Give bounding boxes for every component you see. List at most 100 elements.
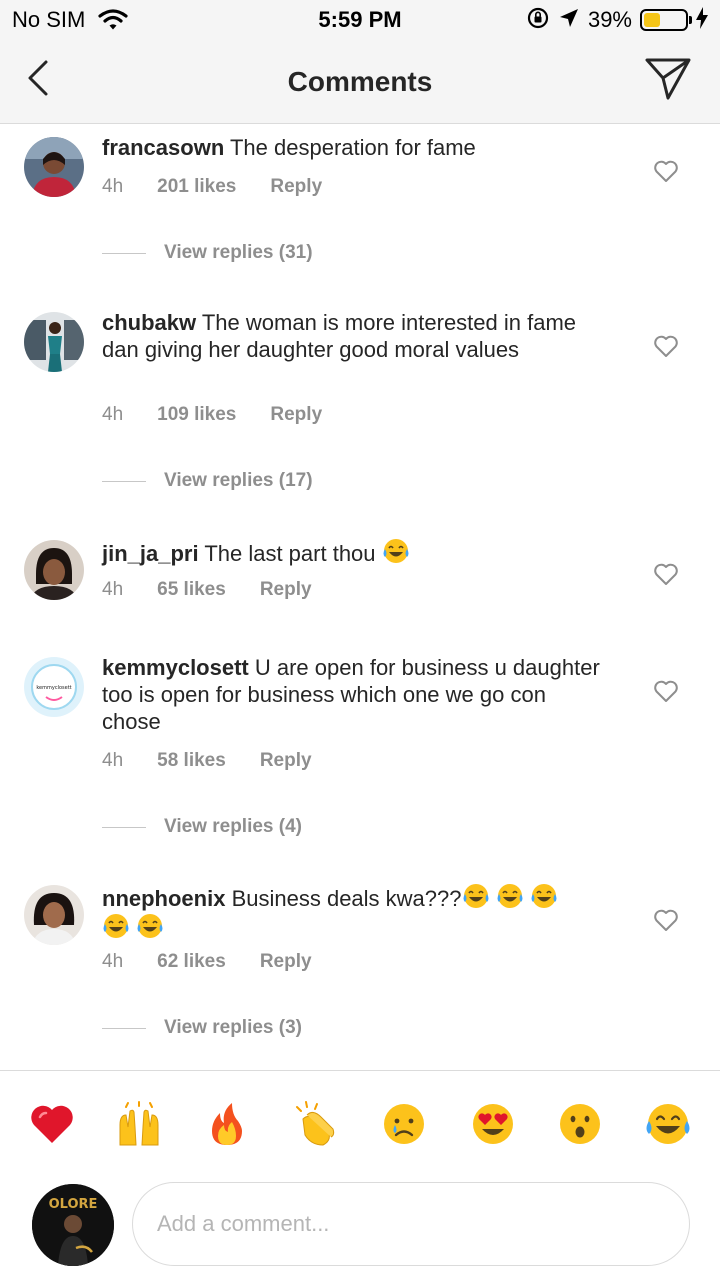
comment-input[interactable] [132,1182,690,1266]
page-title: Comments [287,66,433,97]
avatar[interactable]: kemmyclosett [24,657,84,717]
status-right: 39% [526,6,708,34]
battery-icon [640,9,692,31]
comment-username[interactable]: francasown [102,135,224,160]
view-replies-button[interactable]: View replies (31) [102,242,313,264]
divider-line [102,826,146,828]
comment-username[interactable]: nnephoenix [102,886,225,911]
avatar[interactable] [24,540,84,600]
view-replies-label: View replies (4) [164,816,302,837]
crying-face-emoji-button[interactable] [381,1101,427,1147]
tears-of-joy-emoji-icon [531,884,557,908]
like-count[interactable]: 109 likes [157,404,236,426]
comment-time: 4h [102,176,124,197]
orientation-lock-icon [526,6,550,35]
comment-username[interactable]: kemmyclosett [102,655,249,680]
location-icon [558,7,580,34]
like-count[interactable]: 58 likes [157,750,226,772]
heart-outline-icon [654,909,678,931]
heart-eyes-face-icon [473,1104,513,1144]
tears-of-joy-emoji-icon [463,884,488,908]
comment-text: The last part thou [204,541,376,566]
divider-line [102,480,146,482]
comment-time: 4h [102,404,124,425]
reply-button[interactable]: Reply [260,750,312,772]
avatar[interactable] [24,137,84,197]
heart-eyes-emoji-button[interactable] [470,1101,516,1147]
tears-of-joy-face-icon [646,1104,690,1144]
comment-meta: 4h 65 likes Reply [102,579,346,601]
raising-hands-icon [119,1101,159,1146]
battery-fill [644,13,660,27]
comment-time: 4h [102,951,124,972]
comment-time: 4h [102,750,124,771]
avatar-logo-text: OLORE [49,1197,98,1212]
view-replies-button[interactable]: View replies (3) [102,1017,302,1039]
header: Comments [0,40,720,124]
comment-text-block: chubakw The woman is more interested in … [102,309,602,363]
clapping-hands-emoji-button[interactable] [293,1101,339,1147]
tears-of-joy-emoji-button[interactable] [645,1101,691,1147]
crying-face-icon [384,1104,424,1144]
view-replies-button[interactable]: View replies (17) [102,470,313,492]
reply-button[interactable]: Reply [270,404,322,426]
view-replies-label: View replies (17) [164,470,313,491]
tears-of-joy-emoji-icon [137,914,163,938]
comment-text-block: francasown The desperation for fame [102,134,602,161]
fire-emoji-button[interactable] [204,1101,250,1147]
comment-text-block: kemmyclosett U are open for business u d… [102,654,602,735]
emoji-bar [0,1070,720,1176]
comment-meta: 4h 58 likes Reply [102,750,346,772]
divider-line [102,252,146,254]
tears-of-joy-emoji-icon [383,539,409,563]
like-count[interactable]: 62 likes [157,951,226,973]
comment-text-block: jin_ja_pri The last part thou [102,537,602,567]
like-count[interactable]: 65 likes [157,579,226,601]
surprised-face-emoji-button[interactable] [557,1101,603,1147]
view-replies-label: View replies (31) [164,242,313,263]
like-button[interactable] [653,679,679,703]
red-heart-icon [31,1105,73,1143]
divider-line [102,1027,146,1029]
view-replies-button[interactable]: View replies (4) [102,816,302,838]
raising-hands-emoji-button[interactable] [116,1101,162,1147]
avatar[interactable] [24,885,84,945]
like-button[interactable] [653,334,679,358]
tears-of-joy-emoji-icon [103,914,129,938]
comment-username[interactable]: jin_ja_pri [102,541,199,566]
clapping-hands-icon [296,1101,335,1146]
current-user-avatar: OLORE [32,1184,114,1266]
battery-percent: 39% [587,7,632,32]
heart-outline-icon [654,563,678,585]
heart-outline-icon [654,335,678,357]
comment-username[interactable]: chubakw [102,310,196,335]
red-heart-emoji-button[interactable] [29,1101,75,1147]
comment-text: The desperation for fame [229,135,476,160]
tears-of-joy-emoji-icon [497,884,523,908]
reply-button[interactable]: Reply [260,951,312,973]
fire-icon [212,1103,242,1145]
like-button[interactable] [653,159,679,183]
like-button[interactable] [653,562,679,586]
comment-meta: 4h 109 likes Reply [102,404,356,426]
status-bar: No SIM 5:59 PM 39% [0,0,720,40]
comments-list[interactable]: francasown The desperation for fame 4h 2… [0,124,720,1070]
view-replies-label: View replies (3) [164,1017,302,1038]
like-button[interactable] [653,908,679,932]
avatar-logo-text: kemmyclosett [36,685,71,691]
comment-composer: OLORE [0,1176,720,1280]
paper-plane-icon [645,58,691,100]
reply-button[interactable]: Reply [260,579,312,601]
heart-outline-icon [654,160,678,182]
share-button[interactable] [644,56,692,102]
surprised-face-icon [560,1104,600,1144]
comment-meta: 4h 201 likes Reply [102,176,356,198]
comment-meta: 4h 62 likes Reply [102,951,346,973]
charging-bolt-icon [696,6,708,34]
avatar[interactable] [24,312,84,372]
like-count[interactable]: 201 likes [157,176,236,198]
comment-time: 4h [102,579,124,600]
reply-button[interactable]: Reply [270,176,322,198]
comment-text: Business deals kwa??? [231,886,462,911]
comment-text-block: nnephoenix Business deals kwa??? [102,882,602,942]
